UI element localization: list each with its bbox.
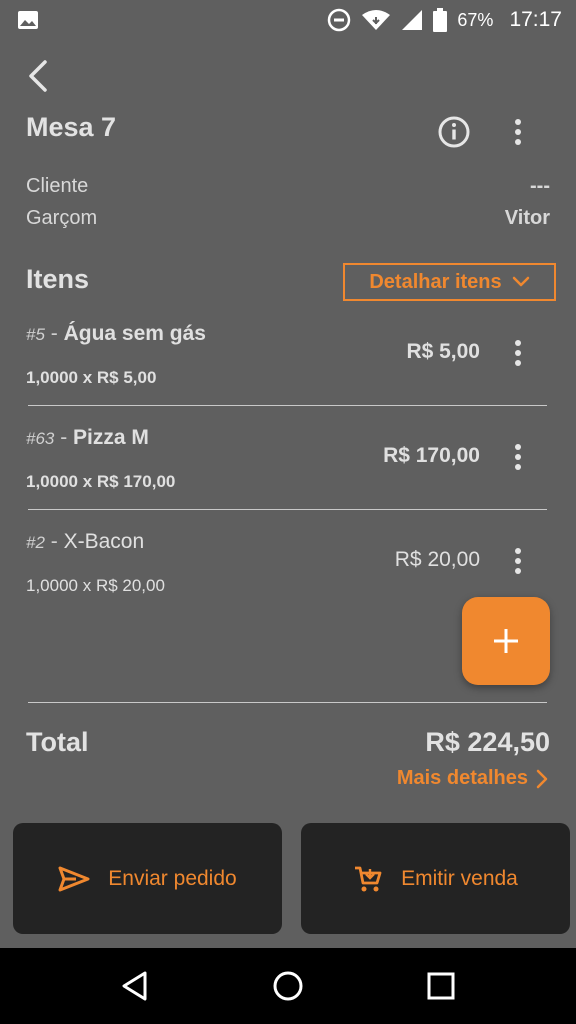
back-button[interactable] <box>20 56 56 96</box>
signal-icon <box>402 10 423 30</box>
wifi-icon <box>362 10 391 30</box>
detail-items-label: Detalhar itens <box>369 270 502 293</box>
send-order-button[interactable]: Enviar pedido <box>13 823 282 934</box>
waiter-label: Garçom <box>26 207 98 229</box>
item-code: #5 <box>26 325 45 344</box>
item-separator: - <box>44 322 64 345</box>
client-label: Cliente <box>26 175 89 197</box>
item-more-button[interactable] <box>506 336 530 370</box>
items-title: Itens <box>26 264 90 294</box>
dnd-icon <box>328 8 351 32</box>
info-icon <box>438 116 470 148</box>
waiter-row: Garçom Vitor <box>26 207 550 230</box>
nav-home-icon[interactable] <box>271 969 305 1003</box>
detail-items-dropdown[interactable]: Detalhar itens <box>343 263 556 301</box>
info-button[interactable] <box>436 114 472 150</box>
divider <box>28 702 547 703</box>
divider <box>28 509 547 510</box>
clock: 17:17 <box>509 8 562 31</box>
item-price: R$ 20,00 <box>394 548 480 571</box>
item-title: #5 - Água sem gás <box>26 322 206 346</box>
item-more-button[interactable] <box>506 440 530 474</box>
total-value: R$ 224,50 <box>425 727 550 757</box>
item-quantity: 1,0000 x R$ 5,00 <box>26 368 157 387</box>
cart-icon <box>355 866 382 891</box>
item-code: #63 <box>26 429 55 448</box>
more-vertical-icon <box>515 119 521 145</box>
back-icon <box>29 60 47 92</box>
item-quantity: 1,0000 x R$ 170,00 <box>26 472 176 491</box>
item-quantity: 1,0000 x R$ 20,00 <box>26 576 165 595</box>
send-order-label: Enviar pedido <box>108 866 237 890</box>
chevron-right-icon <box>536 769 548 788</box>
issue-sale-label: Emitir venda <box>401 866 518 890</box>
waiter-value: Vitor <box>504 207 550 229</box>
item-title: #63 - Pizza M <box>26 426 149 450</box>
status-bar: 67% 17:17 <box>0 0 576 40</box>
item-code: #2 <box>26 533 45 552</box>
item-name: X-Bacon <box>63 530 145 553</box>
image-icon <box>18 11 38 29</box>
divider <box>28 405 547 406</box>
item-title: #2 - X-Bacon <box>26 530 144 554</box>
item-name: Água sem gás <box>63 322 206 345</box>
page-title: Mesa 7 <box>26 112 117 142</box>
item-price: R$ 170,00 <box>383 444 480 467</box>
more-vertical-icon <box>515 340 521 366</box>
list-item[interactable]: #63 - Pizza M 1,0000 x R$ 170,00 R$ 170,… <box>26 426 550 530</box>
total-label: Total <box>26 727 89 757</box>
header-more-button[interactable] <box>506 114 530 150</box>
nav-recents-icon[interactable] <box>426 971 456 1001</box>
system-nav-bar <box>0 948 576 1024</box>
more-vertical-icon <box>515 548 521 574</box>
item-name: Pizza M <box>73 426 149 449</box>
add-item-button[interactable] <box>462 597 550 685</box>
item-more-button[interactable] <box>506 544 530 578</box>
item-price: R$ 5,00 <box>406 340 480 363</box>
battery-icon <box>433 8 448 32</box>
nav-back-icon[interactable] <box>120 970 150 1002</box>
item-separator: - <box>44 530 64 553</box>
client-value: --- <box>530 175 550 197</box>
plus-icon <box>494 629 518 653</box>
battery-percent: 67% <box>457 9 494 30</box>
send-icon <box>58 866 90 891</box>
more-vertical-icon <box>515 444 521 470</box>
more-details-link[interactable]: Mais detalhes <box>397 767 548 790</box>
issue-sale-button[interactable]: Emitir venda <box>301 823 570 934</box>
more-details-label: Mais detalhes <box>396 767 528 789</box>
chevron-down-icon <box>512 276 529 287</box>
item-separator: - <box>54 426 74 449</box>
client-row: Cliente --- <box>26 175 550 198</box>
list-item[interactable]: #5 - Água sem gás 1,0000 x R$ 5,00 R$ 5,… <box>26 322 550 426</box>
